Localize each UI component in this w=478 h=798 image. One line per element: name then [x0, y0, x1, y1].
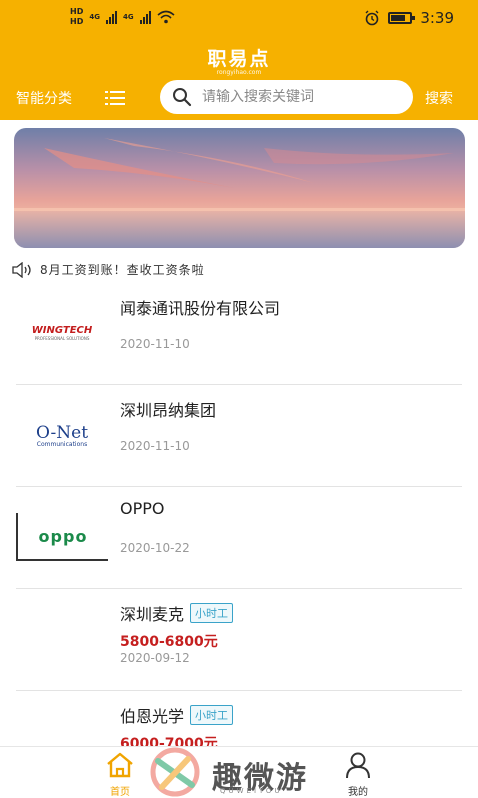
watermark-subtext: QUWEIYOU — [220, 787, 283, 795]
clock: 3:39 — [420, 9, 454, 27]
hd-indicator: HD HD — [70, 7, 83, 27]
search-input[interactable] — [202, 89, 402, 105]
company-name-text: 伯恩光学 — [120, 707, 185, 726]
nav-me-label: 我的 — [348, 787, 368, 798]
company-name: 伯恩光学 小时工 — [120, 703, 234, 727]
status-bar: HD HD 4G 4G 3:39 — [0, 0, 478, 36]
wingtech-logo-text: WINGTECH — [31, 325, 93, 336]
company-name: OPPO — [120, 499, 164, 518]
home-icon — [107, 752, 133, 778]
list-item[interactable]: oppo OPPO 2020-10-22 — [16, 487, 462, 589]
salary-range: 5800-6800元 — [120, 634, 218, 650]
job-type-badge: 小时工 — [190, 705, 234, 725]
company-name-text: 深圳麦克 — [120, 605, 185, 624]
smart-category-button[interactable]: 智能分类 — [16, 88, 72, 108]
list-item[interactable]: WINGTECH PROFESSIONAL SOLUTIONS 闻泰通讯股份有限… — [16, 283, 462, 385]
nav-me[interactable]: 我的 — [336, 751, 380, 798]
search-icon — [173, 88, 192, 107]
status-left: HD HD 4G 4G — [70, 7, 175, 27]
company-name-text: 闻泰通讯股份有限公司 — [120, 299, 281, 318]
app-logo: 职易点 rongyihao.com — [0, 44, 478, 76]
watermark-logo-icon — [150, 747, 200, 797]
list-item[interactable]: O-Net Communications 深圳昂纳集团 2020-11-10 — [16, 385, 462, 487]
oppo-logo-text: oppo — [38, 526, 88, 546]
user-icon — [346, 752, 370, 779]
company-list: WINGTECH PROFESSIONAL SOLUTIONS 闻泰通讯股份有限… — [16, 283, 462, 793]
battery-icon — [388, 12, 416, 24]
net2-label: 4G — [122, 13, 134, 21]
nav-home[interactable]: 首页 — [98, 751, 142, 798]
list-menu-icon[interactable] — [105, 90, 125, 106]
company-name: 深圳麦克 小时工 — [120, 601, 234, 625]
company-name-text: 深圳昂纳集团 — [120, 401, 217, 420]
logo-title: 职易点 — [207, 48, 271, 70]
search-button[interactable]: 搜索 — [425, 88, 453, 108]
notice-bar[interactable]: 8月工资到账！查收工资条啦 — [12, 261, 205, 278]
post-date: 2020-10-22 — [120, 541, 190, 555]
post-date: 2020-11-10 — [120, 337, 190, 351]
company-logo: WINGTECH PROFESSIONAL SOLUTIONS — [16, 309, 108, 357]
hd-top: HD — [70, 7, 84, 16]
wifi-icon — [157, 10, 175, 24]
net1-label: 4G — [89, 13, 100, 21]
bottom-nav: 首页 趣微游 QUWEIYOU 我的 — [0, 746, 478, 798]
logo-subtitle: rongyihao.com — [216, 69, 262, 76]
app-header: 职易点 rongyihao.com 智能分类 搜索 — [0, 36, 478, 120]
promo-banner[interactable] — [14, 128, 465, 248]
wingtech-logo-sub: PROFESSIONAL SOLUTIONS — [34, 336, 90, 341]
speaker-icon — [12, 261, 31, 278]
search-bar[interactable] — [160, 80, 413, 114]
job-type-badge: 小时工 — [190, 603, 234, 623]
signal-icon — [105, 10, 117, 24]
alarm-icon — [365, 10, 379, 26]
company-name-text: OPPO — [120, 499, 165, 518]
signal-icon-2 — [139, 10, 151, 24]
hd-bottom: HD — [70, 17, 84, 26]
nav-home-label: 首页 — [110, 787, 130, 798]
watermark: 趣微游 QUWEIYOU — [148, 747, 348, 798]
company-logo: O-Net Communications — [16, 411, 108, 459]
list-item[interactable]: 深圳麦克 小时工 5800-6800元 2020-09-12 — [16, 589, 462, 691]
company-name: 深圳昂纳集团 — [120, 397, 216, 421]
post-date: 2020-09-12 — [120, 651, 190, 665]
onet-logo-sub: Communications — [36, 440, 88, 448]
sunset-banner-image — [14, 128, 465, 248]
status-right: 3:39 — [364, 9, 454, 27]
notice-text: 8月工资到账！查收工资条啦 — [40, 263, 205, 277]
post-date: 2020-11-10 — [120, 439, 190, 453]
onet-logo-text: O-Net — [35, 422, 89, 443]
company-name: 闻泰通讯股份有限公司 — [120, 295, 280, 319]
company-logo: oppo — [16, 513, 108, 561]
